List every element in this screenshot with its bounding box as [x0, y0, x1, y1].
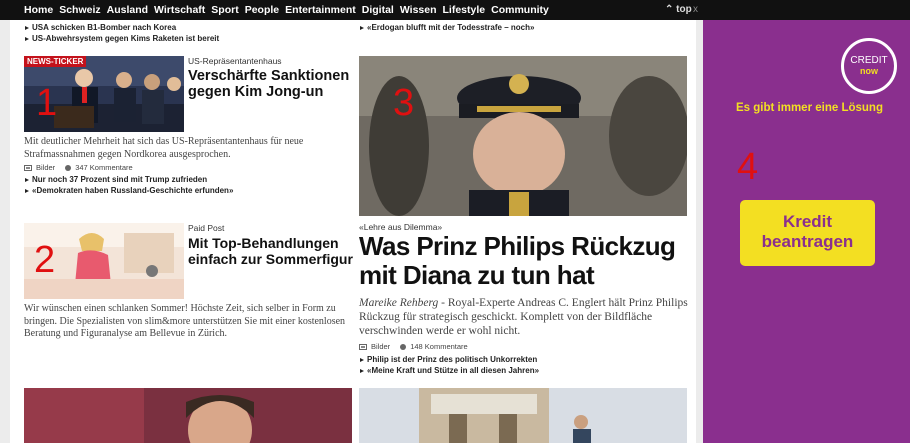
- credit-advertisement[interactable]: CREDIT now Es gibt immer eine Lösung 4 K…: [703, 20, 910, 443]
- comments-count[interactable]: 148 Kommentare: [410, 342, 468, 351]
- comments-count[interactable]: 347 Kommentare: [75, 163, 133, 172]
- nav-item-wissen[interactable]: Wissen: [400, 4, 437, 16]
- article2-kicker: Paid Post: [188, 223, 225, 233]
- article3-image[interactable]: 3: [359, 56, 687, 216]
- annotation-number-3: 3: [393, 82, 415, 124]
- festival-photo: [359, 388, 687, 443]
- related-link[interactable]: «Meine Kraft und Stütze in all diesen Ja…: [359, 366, 539, 377]
- related-link[interactable]: «Demokraten haben Russland-Geschichte er…: [24, 186, 233, 197]
- main-content: USA schicken B1-Bomber nach Korea US-Abw…: [10, 20, 696, 443]
- top-navigation-bar: Home Schweiz Ausland Wirtschaft Sport People E…: [0, 0, 910, 20]
- article2-teaser: Wir wünschen einen schlanken Sommer! Höc…: [24, 303, 346, 339]
- nav-item-entertainment[interactable]: Entertainment: [285, 4, 356, 16]
- article1-kicker: US-Repräsentantenhaus: [188, 56, 282, 66]
- related-link[interactable]: US-Abwehrsystem gegen Kims Raketen ist b…: [24, 34, 219, 45]
- article3-teaser-block: Mareike Rehberg - Royal-Experte Andreas …: [359, 296, 689, 338]
- credit-now-logo: CREDIT now: [841, 38, 897, 94]
- article1-related-list: Nur noch 37 Prozent sind mit Trump zufri…: [24, 175, 233, 196]
- top-left-link-list: USA schicken B1-Bomber nach Korea US-Abw…: [24, 23, 219, 44]
- related-link[interactable]: Philip ist der Prinz des politisch Unkor…: [359, 355, 539, 366]
- nav-item-wirtschaft[interactable]: Wirtschaft: [154, 4, 205, 16]
- related-link[interactable]: USA schicken B1-Bomber nach Korea: [24, 23, 219, 34]
- article3-author[interactable]: Mareike Rehberg: [359, 297, 438, 309]
- nav-item-community[interactable]: Community: [491, 4, 549, 16]
- nav-item-lifestyle[interactable]: Lifestyle: [443, 4, 486, 16]
- article2-headline[interactable]: Mit Top-Behandlungen einfach zur Sommerf…: [188, 235, 358, 267]
- annotation-number-2: 2: [34, 239, 56, 281]
- related-link[interactable]: Nur noch 37 Prozent sind mit Trump zufri…: [24, 175, 233, 186]
- comments-icon: [400, 343, 407, 350]
- back-to-top-link[interactable]: ⌃ top: [665, 4, 692, 15]
- logo-line-1: CREDIT: [850, 55, 888, 66]
- nav-item-sport[interactable]: Sport: [211, 4, 238, 16]
- back-to-top-label: top: [676, 4, 692, 15]
- nav-items: Home Schweiz Ausland Wirtschaft Sport People E…: [24, 0, 555, 20]
- article3-headline[interactable]: Was Prinz Philips Rückzug mit Diana zu t…: [359, 232, 694, 290]
- images-icon: [24, 164, 32, 171]
- annotation-number-1: 1: [36, 82, 58, 124]
- logo-line-2: now: [860, 66, 878, 76]
- images-icon: [359, 343, 367, 350]
- ad-tagline: Es gibt immer eine Lösung: [736, 102, 883, 114]
- related-link[interactable]: «Erdogan blufft mit der Todesstrafe – no…: [359, 23, 534, 34]
- annotation-number-4: 4: [737, 146, 759, 188]
- nav-item-people[interactable]: People: [245, 4, 279, 16]
- nav-item-ausland[interactable]: Ausland: [107, 4, 148, 16]
- article1-meta: Bilder 347 Kommentare: [24, 163, 133, 172]
- nav-item-digital[interactable]: Digital: [362, 4, 394, 16]
- images-label[interactable]: Bilder: [371, 342, 390, 351]
- article2-image[interactable]: 2: [24, 223, 184, 299]
- close-button[interactable]: x: [693, 4, 698, 15]
- article1-headline[interactable]: Verschärfte Sanktionen gegen Kim Jong-un: [188, 68, 358, 100]
- prince-philip-photo: [359, 56, 687, 216]
- article1-teaser: Mit deutlicher Mehrheit hat sich das US-…: [24, 136, 304, 160]
- nav-item-home[interactable]: Home: [24, 4, 53, 16]
- article3-meta: Bilder 148 Kommentare: [359, 342, 468, 351]
- article1-image[interactable]: NEWS-TICKER 1: [24, 56, 184, 132]
- nav-item-schweiz[interactable]: Schweiz: [59, 4, 100, 16]
- top-right-link-list: «Erdogan blufft mit der Todesstrafe – no…: [359, 23, 534, 34]
- portrait-photo: [24, 388, 352, 443]
- article3-related-list: Philip ist der Prinz des politisch Unkor…: [359, 355, 539, 376]
- bottom-right-image[interactable]: [359, 388, 687, 443]
- images-label[interactable]: Bilder: [36, 163, 55, 172]
- newsticker-badge: NEWS-TICKER: [24, 56, 87, 67]
- bottom-left-image[interactable]: [24, 388, 352, 443]
- apply-credit-button[interactable]: Kredit beantragen: [740, 200, 875, 266]
- comments-icon: [65, 164, 72, 171]
